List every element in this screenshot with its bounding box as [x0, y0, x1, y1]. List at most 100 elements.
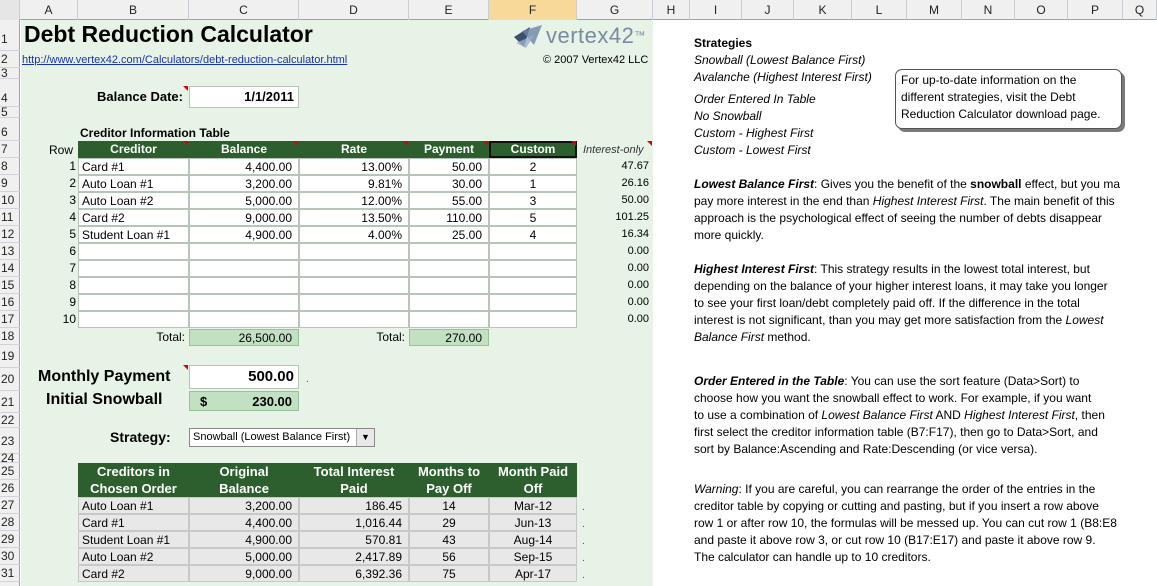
- creditor-name-cell[interactable]: Card #2: [78, 209, 189, 226]
- row-header[interactable]: 20: [0, 368, 20, 391]
- rate-cell[interactable]: [299, 260, 409, 277]
- rate-cell[interactable]: [299, 277, 409, 294]
- row-header[interactable]: 15: [0, 277, 20, 294]
- row-header[interactable]: 5: [0, 106, 20, 118]
- balance-cell[interactable]: [189, 260, 299, 277]
- creditor-name-cell[interactable]: [78, 260, 189, 277]
- creditor-name-cell[interactable]: [78, 311, 189, 328]
- creditor-name-cell[interactable]: [78, 294, 189, 311]
- row-header[interactable]: 16: [0, 294, 20, 311]
- col-header-f[interactable]: F: [489, 0, 577, 20]
- monthly-payment-input[interactable]: 500.00: [189, 365, 299, 389]
- rate-cell[interactable]: 12.00%: [299, 192, 409, 209]
- row-header[interactable]: 1: [0, 20, 20, 51]
- rate-cell[interactable]: 9.81%: [299, 175, 409, 192]
- payment-cell[interactable]: 50.00: [409, 158, 489, 175]
- row-header[interactable]: 29: [0, 531, 20, 548]
- rate-cell[interactable]: [299, 294, 409, 311]
- row-header[interactable]: 18: [0, 328, 20, 345]
- col-header-k[interactable]: K: [794, 0, 852, 20]
- row-header[interactable]: 9: [0, 175, 20, 192]
- custom-cell[interactable]: [489, 260, 577, 277]
- col-header-m[interactable]: M: [907, 0, 962, 20]
- row-header[interactable]: 19: [0, 345, 20, 368]
- custom-cell[interactable]: 5: [489, 209, 577, 226]
- col-header-a[interactable]: A: [20, 0, 78, 20]
- custom-cell[interactable]: 4: [489, 226, 577, 243]
- row-header[interactable]: 8: [0, 158, 20, 175]
- col-header-h[interactable]: H: [653, 0, 690, 20]
- row-header[interactable]: 13: [0, 243, 20, 260]
- payment-cell[interactable]: [409, 294, 489, 311]
- row-header[interactable]: 30: [0, 548, 20, 565]
- col-header-q[interactable]: Q: [1123, 0, 1157, 20]
- rate-cell[interactable]: 13.00%: [299, 158, 409, 175]
- payment-cell[interactable]: [409, 277, 489, 294]
- row-header[interactable]: 27: [0, 497, 20, 514]
- row-header[interactable]: 14: [0, 260, 20, 277]
- row-header[interactable]: 7: [0, 141, 20, 158]
- creditor-name-cell[interactable]: Card #1: [78, 158, 189, 175]
- payment-cell[interactable]: 55.00: [409, 192, 489, 209]
- row-header[interactable]: 28: [0, 514, 20, 531]
- dropdown-arrow-icon[interactable]: ▼: [356, 429, 374, 446]
- balance-cell[interactable]: 4,400.00: [189, 158, 299, 175]
- row-header[interactable]: 31: [0, 565, 20, 582]
- balance-date-input[interactable]: 1/1/2011: [189, 86, 299, 108]
- payment-cell[interactable]: [409, 243, 489, 260]
- custom-cell[interactable]: [489, 311, 577, 328]
- payment-cell[interactable]: [409, 311, 489, 328]
- col-header-o[interactable]: O: [1015, 0, 1068, 20]
- creditor-name-cell[interactable]: Auto Loan #1: [78, 175, 189, 192]
- creditor-name-cell[interactable]: Auto Loan #2: [78, 192, 189, 209]
- row-header[interactable]: 24: [0, 452, 20, 464]
- custom-cell[interactable]: [489, 294, 577, 311]
- col-header-d[interactable]: D: [299, 0, 409, 20]
- row-header[interactable]: 21: [0, 391, 20, 413]
- payment-cell[interactable]: 110.00: [409, 209, 489, 226]
- rate-cell[interactable]: [299, 311, 409, 328]
- row-header[interactable]: 10: [0, 192, 20, 209]
- strategy-select[interactable]: Snowball (Lowest Balance First) ▼: [189, 428, 375, 447]
- balance-cell[interactable]: 9,000.00: [189, 209, 299, 226]
- rate-cell[interactable]: 4.00%: [299, 226, 409, 243]
- payment-cell[interactable]: 30.00: [409, 175, 489, 192]
- col-header-l[interactable]: L: [852, 0, 907, 20]
- custom-cell[interactable]: 3: [489, 192, 577, 209]
- creditor-name-cell[interactable]: [78, 277, 189, 294]
- custom-cell[interactable]: [489, 243, 577, 260]
- balance-cell[interactable]: [189, 243, 299, 260]
- row-header[interactable]: 25: [0, 463, 20, 480]
- col-header-n[interactable]: N: [962, 0, 1015, 20]
- balance-cell[interactable]: [189, 277, 299, 294]
- creditor-name-cell[interactable]: [78, 243, 189, 260]
- row-header[interactable]: 12: [0, 226, 20, 243]
- balance-cell[interactable]: 3,200.00: [189, 175, 299, 192]
- payment-cell[interactable]: [409, 260, 489, 277]
- custom-cell[interactable]: 1: [489, 175, 577, 192]
- col-header-e[interactable]: E: [409, 0, 489, 20]
- custom-cell[interactable]: [489, 277, 577, 294]
- custom-cell[interactable]: 2: [489, 158, 577, 175]
- col-header-i[interactable]: I: [690, 0, 742, 20]
- rate-cell[interactable]: 13.50%: [299, 209, 409, 226]
- balance-cell[interactable]: 5,000.00: [189, 192, 299, 209]
- col-header-c[interactable]: C: [189, 0, 299, 20]
- balance-cell[interactable]: [189, 311, 299, 328]
- payment-cell[interactable]: 25.00: [409, 226, 489, 243]
- row-header[interactable]: 26: [0, 480, 20, 497]
- col-header-b[interactable]: B: [78, 0, 189, 20]
- balance-cell[interactable]: 4,900.00: [189, 226, 299, 243]
- row-header[interactable]: 22: [0, 413, 20, 428]
- creditor-name-cell[interactable]: Student Loan #1: [78, 226, 189, 243]
- balance-cell[interactable]: [189, 294, 299, 311]
- row-header[interactable]: 3: [0, 67, 20, 79]
- row-header[interactable]: 4: [0, 79, 20, 107]
- col-header-g[interactable]: G: [577, 0, 653, 20]
- col-header-j[interactable]: J: [742, 0, 794, 20]
- row-header[interactable]: 11: [0, 209, 20, 226]
- select-all-corner[interactable]: [0, 0, 20, 20]
- row-header[interactable]: 6: [0, 118, 20, 141]
- row-header[interactable]: 17: [0, 311, 20, 328]
- rate-cell[interactable]: [299, 243, 409, 260]
